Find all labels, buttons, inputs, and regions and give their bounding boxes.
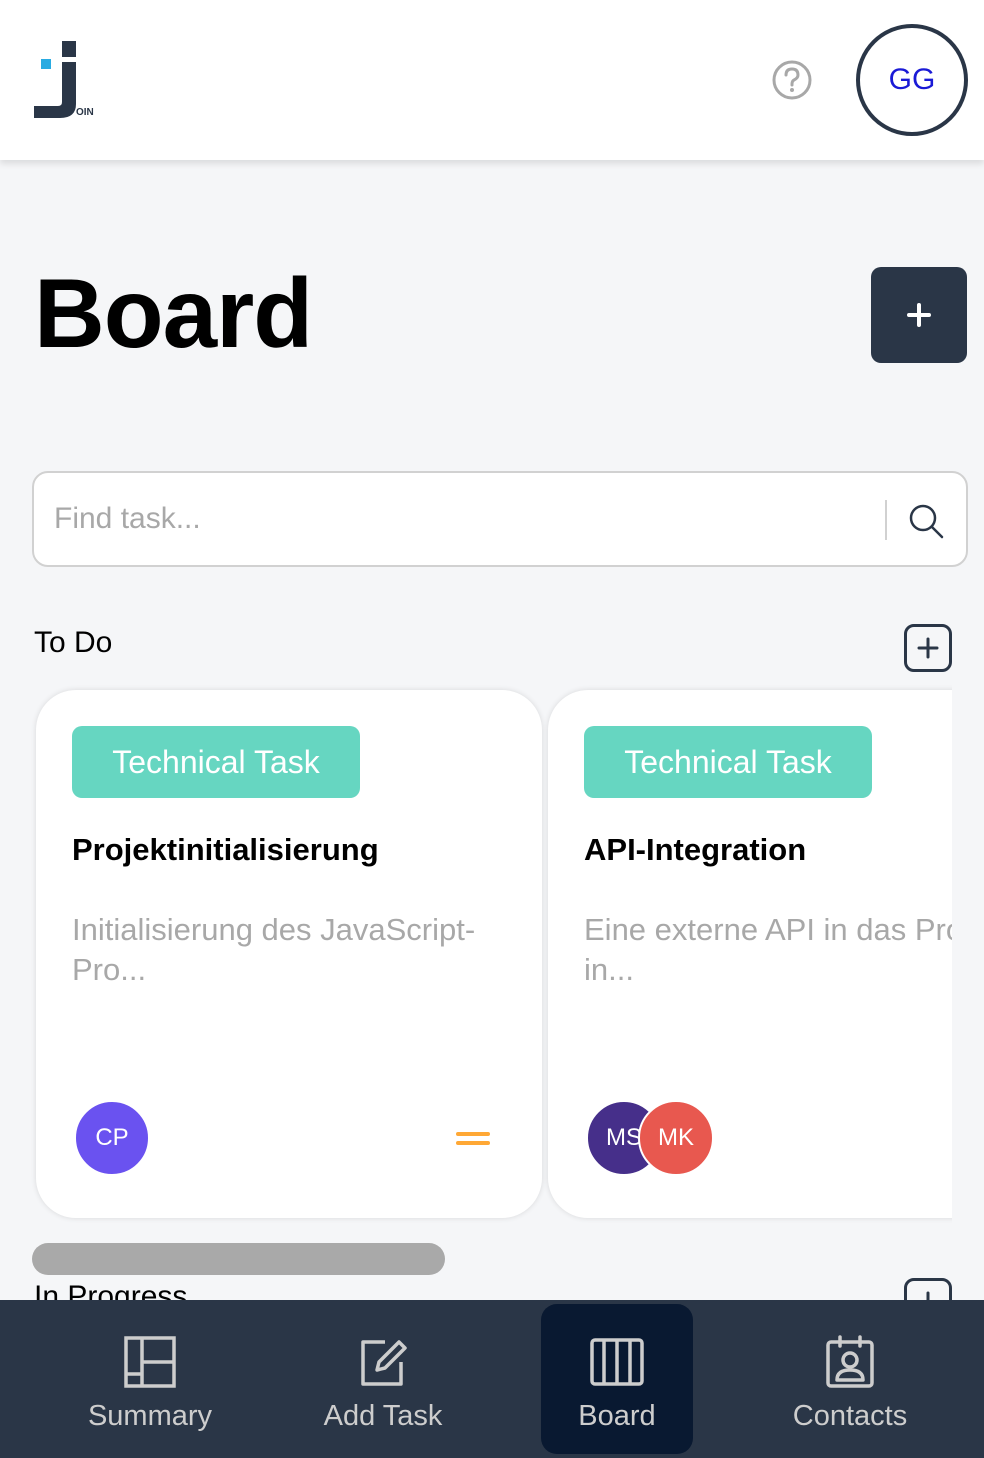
help-icon[interactable] [771, 59, 813, 101]
contacts-icon [826, 1335, 874, 1388]
assignee-initials: MS [606, 1124, 642, 1151]
add-task-button[interactable] [871, 267, 967, 363]
summary-icon [124, 1336, 176, 1388]
plus-icon [907, 303, 931, 327]
logo-text: OIN [76, 107, 94, 118]
todo-card-list[interactable]: Technical Task Projektinitialisierung In… [0, 680, 952, 1240]
task-title: Projektinitialisierung [72, 832, 379, 867]
category-badge: Technical Task [72, 726, 360, 798]
search-input[interactable] [54, 495, 874, 543]
plus-icon [917, 637, 939, 659]
add-todo-button[interactable] [904, 624, 952, 672]
nav-label: Contacts [792, 1400, 908, 1432]
nav-label: Add Task [323, 1400, 443, 1432]
task-card[interactable]: Technical Task Projektinitialisierung In… [36, 690, 542, 1218]
task-description: Initialisierung des JavaScript-Pro... [72, 912, 476, 987]
nav-label: Board [578, 1400, 656, 1432]
add-task-icon [361, 1340, 407, 1386]
task-card[interactable]: Technical Task API-Integration Eine exte… [548, 690, 952, 1218]
assignee-initials: CP [95, 1124, 129, 1151]
assignee-avatar: CP [74, 1100, 150, 1176]
nav-item-contacts[interactable]: Contacts [774, 1304, 926, 1454]
join-logo[interactable]: OIN [30, 40, 110, 122]
category-badge: Technical Task [584, 726, 872, 798]
user-initials: GG [888, 63, 936, 96]
nav-item-board[interactable]: Board [541, 1304, 693, 1454]
task-title: API-Integration [584, 832, 807, 867]
bottom-navigation: Summary Add Task Board Contacts [0, 1300, 984, 1458]
nav-label: Summary [87, 1400, 213, 1432]
page-title: Board [34, 258, 313, 368]
priority-medium-icon [456, 1130, 490, 1148]
search-icon[interactable] [906, 501, 946, 541]
nav-item-add-task[interactable]: Add Task [307, 1304, 459, 1454]
assignee-initials: MK [658, 1124, 694, 1151]
task-description: Eine externe API in das Projekt in... [584, 912, 952, 987]
user-avatar[interactable]: GG [856, 24, 968, 136]
search-box [32, 471, 968, 567]
assignee-avatar: MK [638, 1100, 714, 1176]
horizontal-scrollbar[interactable] [32, 1243, 445, 1275]
search-divider [885, 500, 887, 540]
nav-item-summary[interactable]: Summary [74, 1304, 226, 1454]
board-icon [590, 1338, 644, 1386]
section-title-todo: To Do [34, 626, 113, 659]
app-header: OIN GG [0, 0, 984, 160]
